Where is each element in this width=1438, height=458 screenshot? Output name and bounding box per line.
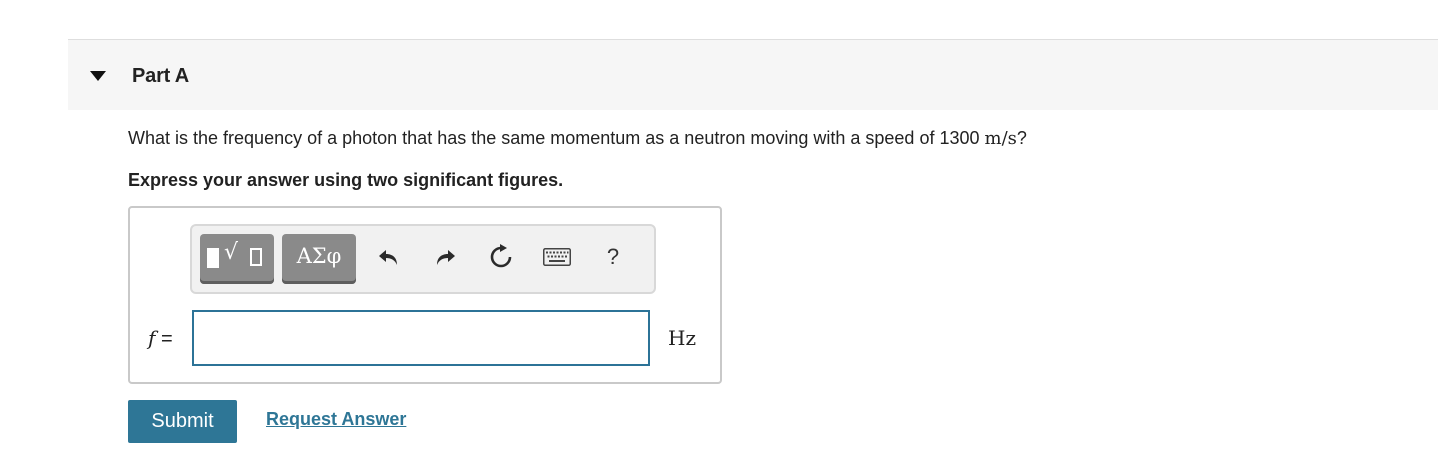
answer-unit: Hz bbox=[668, 326, 696, 350]
answer-instruction: Express your answer using two significan… bbox=[128, 170, 564, 190]
greek-letters-button[interactable]: ΑΣφ bbox=[282, 234, 356, 284]
submit-button[interactable]: Submit bbox=[128, 400, 237, 443]
answer-variable: f bbox=[148, 326, 156, 350]
answer-variable-label: f = bbox=[148, 326, 173, 351]
collapse-caret-icon[interactable] bbox=[90, 71, 106, 81]
part-header[interactable]: Part A bbox=[68, 39, 1438, 110]
templates-button[interactable]: √ bbox=[200, 234, 274, 284]
request-answer-link[interactable]: Request Answer bbox=[266, 409, 406, 430]
answer-input[interactable] bbox=[192, 310, 650, 366]
question-prefix: What is the frequency of a photon that h… bbox=[128, 128, 985, 148]
keyboard-icon bbox=[543, 248, 571, 266]
question-suffix: ? bbox=[1016, 128, 1027, 148]
reset-icon bbox=[490, 244, 512, 268]
equals-sign: = bbox=[160, 328, 173, 350]
reset-button[interactable] bbox=[486, 242, 516, 272]
undo-button[interactable] bbox=[374, 242, 404, 272]
question-text: What is the frequency of a photon that h… bbox=[128, 128, 1027, 149]
greek-letters-icon: ΑΣφ bbox=[296, 244, 342, 268]
redo-icon bbox=[437, 250, 455, 265]
help-button[interactable]: ? bbox=[598, 242, 628, 272]
help-icon: ? bbox=[606, 244, 620, 269]
keyboard-button[interactable] bbox=[542, 242, 572, 272]
undo-icon bbox=[379, 250, 397, 265]
math-toolbar: √ ΑΣφ ? bbox=[190, 224, 656, 294]
answer-box: √ ΑΣφ ? f = Hz bbox=[128, 206, 722, 384]
part-title: Part A bbox=[132, 65, 189, 87]
question-unit: m/s bbox=[984, 128, 1017, 149]
redo-button[interactable] bbox=[430, 242, 460, 272]
